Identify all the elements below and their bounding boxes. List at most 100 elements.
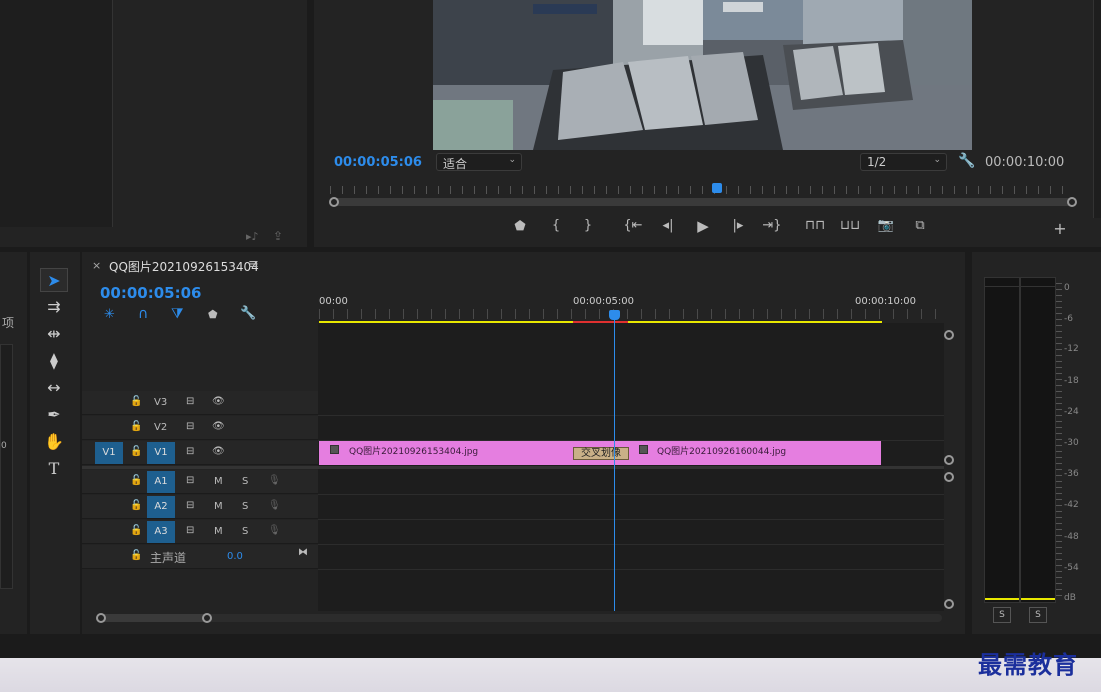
- eye-icon[interactable]: 👁: [212, 446, 225, 457]
- vertical-scroll-handle[interactable]: [944, 330, 954, 340]
- video-audio-divider[interactable]: [82, 466, 944, 469]
- scroll-handle-left[interactable]: [96, 613, 106, 623]
- solo-button[interactable]: S: [242, 526, 248, 537]
- zoom-fit-value: 适合: [443, 157, 468, 171]
- mark-out-icon[interactable]: }: [578, 218, 598, 233]
- mute-button[interactable]: M: [214, 526, 223, 537]
- sync-lock-icon[interactable]: ⊟: [186, 446, 194, 457]
- db-label: 0: [1064, 283, 1070, 293]
- play-icon[interactable]: ▶: [693, 217, 713, 235]
- track-target-a3[interactable]: A3: [147, 521, 175, 543]
- bowtie-icon[interactable]: ⧓: [298, 547, 308, 558]
- microphone-icon[interactable]: 🎙: [268, 525, 281, 536]
- mute-button[interactable]: M: [214, 476, 223, 487]
- selection-tool-icon[interactable]: ➤: [40, 268, 68, 292]
- video-clip-2[interactable]: QQ图片20210926160044.jpg: [599, 441, 881, 465]
- timeline-settings-wrench-icon[interactable]: 🔧: [240, 306, 256, 321]
- export-icon[interactable]: ⇪: [273, 229, 283, 243]
- playhead-line[interactable]: [614, 311, 615, 611]
- video-clip-1[interactable]: QQ图片20210926153404.jpg: [319, 441, 599, 465]
- desktop-strip: [0, 658, 1101, 692]
- extract-icon[interactable]: ⊔⊔: [840, 218, 860, 233]
- marker-icon[interactable]: ⬟: [208, 308, 218, 321]
- solo-button[interactable]: S: [242, 501, 248, 512]
- lock-icon[interactable]: 🔓: [130, 550, 142, 561]
- solo-button[interactable]: S: [242, 476, 248, 487]
- lift-icon[interactable]: ⊓⊓: [805, 218, 825, 233]
- timeline-horizontal-scrollbar[interactable]: [100, 614, 942, 622]
- transition-cross-wipe[interactable]: 交叉划像: [573, 447, 629, 460]
- lock-icon[interactable]: 🔓: [130, 475, 142, 486]
- snap-magnet-icon[interactable]: ∩: [138, 306, 148, 322]
- sync-lock-icon[interactable]: ⊟: [186, 475, 194, 486]
- chevron-down-icon: ⌄: [508, 155, 516, 165]
- scrollbar-thumb[interactable]: [100, 614, 208, 622]
- add-button-icon[interactable]: +: [1050, 219, 1070, 238]
- compare-icon[interactable]: ⧉: [910, 218, 930, 233]
- vertical-scroll-handle[interactable]: [944, 455, 954, 465]
- track-target-a2[interactable]: A2: [147, 496, 175, 518]
- sequence-tab-title[interactable]: QQ图片20210926153404: [109, 258, 259, 275]
- zoom-fit-select[interactable]: 适合 ⌄: [436, 153, 522, 171]
- sync-lock-icon[interactable]: ⊟: [186, 396, 194, 407]
- sync-lock-icon[interactable]: ⊟: [186, 525, 194, 536]
- ripple-edit-tool-icon[interactable]: ⇹: [40, 322, 68, 346]
- vertical-scroll-handle[interactable]: [944, 599, 954, 609]
- track-header-v3: 🔓 V3 ⊟ 👁: [82, 391, 318, 415]
- type-tool-icon[interactable]: T: [40, 457, 68, 481]
- razor-tool-icon[interactable]: ⧫: [40, 349, 68, 373]
- project-list[interactable]: 0: [0, 344, 13, 589]
- go-to-in-icon[interactable]: {⇤: [623, 218, 643, 233]
- nest-icon[interactable]: ✳: [104, 307, 115, 322]
- close-icon[interactable]: ×: [92, 259, 101, 272]
- lock-icon[interactable]: 🔓: [130, 446, 142, 457]
- slip-tool-icon[interactable]: ↔: [40, 376, 68, 400]
- step-back-icon[interactable]: ◂|: [658, 218, 678, 233]
- sync-lock-icon[interactable]: ⊟: [186, 421, 194, 432]
- timeline-timecode[interactable]: 00:00:05:06: [100, 284, 202, 302]
- meter-left-channel: [984, 277, 1020, 603]
- source-patch-v1[interactable]: V1: [95, 442, 123, 464]
- scroll-handle-right[interactable]: [202, 613, 212, 623]
- menu-icon[interactable]: ≡: [248, 257, 259, 272]
- lock-icon[interactable]: 🔓: [130, 396, 142, 407]
- camera-icon[interactable]: 📷: [876, 218, 896, 233]
- solo-left-button[interactable]: S: [993, 607, 1011, 623]
- program-scroll-bar[interactable]: [334, 198, 1072, 206]
- program-playhead[interactable]: [712, 183, 722, 193]
- microphone-icon[interactable]: 🎙: [268, 500, 281, 511]
- ruler-label-start: 00:00: [319, 296, 348, 307]
- track-target-a1[interactable]: A1: [147, 471, 175, 493]
- mark-in-icon[interactable]: {: [546, 218, 566, 233]
- step-forward-icon[interactable]: |▸: [728, 218, 748, 233]
- scroll-handle-left[interactable]: [329, 197, 339, 207]
- go-to-out-icon[interactable]: ⇥}: [762, 218, 782, 233]
- vertical-scroll-handle[interactable]: [944, 472, 954, 482]
- add-marker-icon[interactable]: ⬟: [510, 219, 530, 234]
- solo-right-button[interactable]: S: [1029, 607, 1047, 623]
- audio-toggle-icon[interactable]: ▸♪: [246, 230, 259, 243]
- master-volume-value[interactable]: 0.0: [227, 551, 243, 562]
- track-divider: [318, 519, 944, 520]
- program-timecode[interactable]: 00:00:05:06: [334, 155, 422, 170]
- eye-icon[interactable]: 👁: [212, 396, 225, 407]
- lock-icon[interactable]: 🔓: [130, 500, 142, 511]
- lock-icon[interactable]: 🔓: [130, 525, 142, 536]
- wrench-icon[interactable]: 🔧: [958, 153, 975, 169]
- playhead-handle[interactable]: [609, 310, 620, 320]
- lock-icon[interactable]: 🔓: [130, 421, 142, 432]
- resolution-select[interactable]: 1/2 ⌄: [860, 153, 947, 171]
- hand-tool-icon[interactable]: ✋: [40, 430, 68, 454]
- linked-selection-icon[interactable]: ⧩: [171, 306, 184, 322]
- track-select-tool-icon[interactable]: ⇉: [40, 295, 68, 319]
- sync-lock-icon[interactable]: ⊟: [186, 500, 194, 511]
- mute-button[interactable]: M: [214, 501, 223, 512]
- scroll-handle-right[interactable]: [1067, 197, 1077, 207]
- microphone-icon[interactable]: 🎙: [268, 475, 281, 486]
- pen-tool-icon[interactable]: ✒: [40, 403, 68, 427]
- track-target-v1[interactable]: V1: [147, 442, 175, 464]
- eye-icon[interactable]: 👁: [212, 421, 225, 432]
- track-divider: [318, 569, 944, 570]
- program-side-scrollbar[interactable]: [1093, 0, 1101, 218]
- timeline-ruler-ticks[interactable]: [319, 309, 941, 319]
